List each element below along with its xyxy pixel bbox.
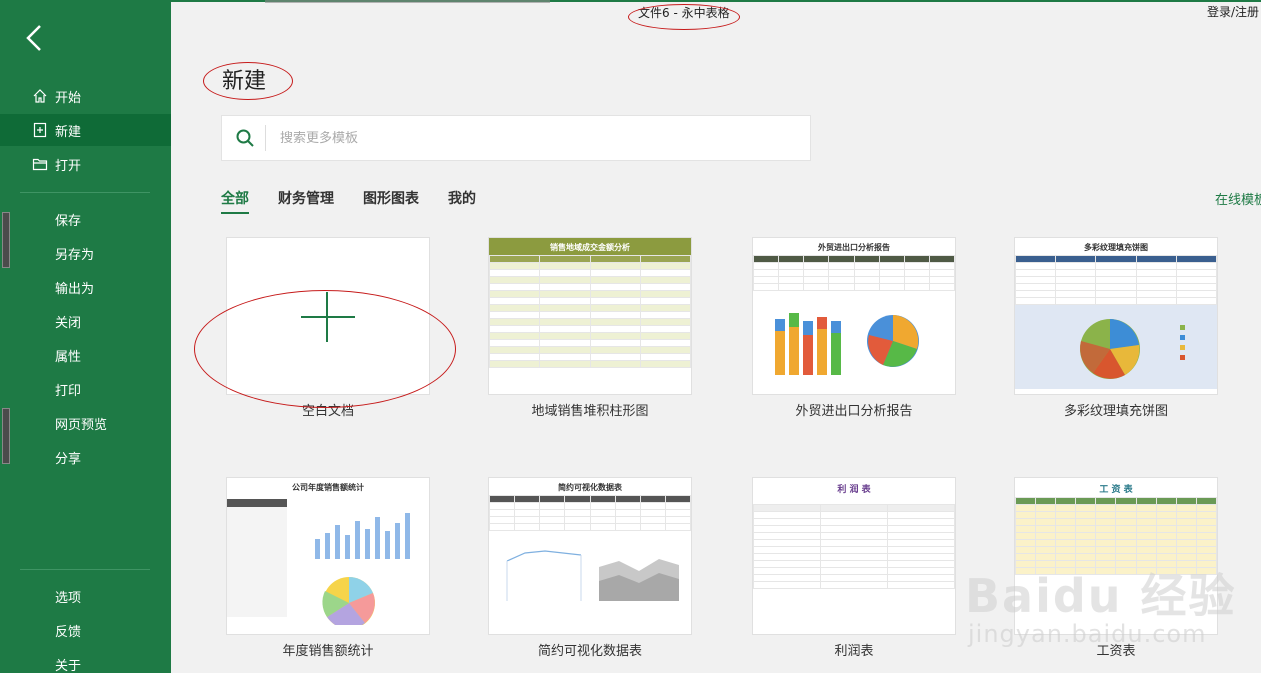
tab-charts[interactable]: 图形图表 bbox=[363, 188, 419, 214]
sidebar-item-save[interactable]: 保存 bbox=[55, 210, 81, 229]
template-label: 年度销售额统计 bbox=[282, 644, 374, 659]
tab-finance[interactable]: 财务管理 bbox=[278, 188, 334, 214]
sidebar-item-options[interactable]: 选项 bbox=[55, 587, 81, 606]
thumb-table bbox=[1015, 255, 1217, 305]
template-card-blank[interactable] bbox=[226, 237, 430, 395]
template-card-annual-sales[interactable]: 公司年度销售额统计 bbox=[226, 477, 430, 635]
sidebar-item-properties[interactable]: 属性 bbox=[55, 346, 81, 365]
template-card-simple-visual[interactable]: 简约可视化数据表 bbox=[488, 477, 692, 635]
sidebar-item-label: 新建 bbox=[55, 124, 82, 140]
tab-mine[interactable]: 我的 bbox=[448, 188, 476, 214]
template-label: 简约可视化数据表 bbox=[537, 644, 642, 659]
annotation-circle-heading bbox=[203, 62, 293, 100]
tab-all[interactable]: 全部 bbox=[221, 188, 249, 214]
template-label: 空白文档 bbox=[301, 404, 354, 419]
login-link[interactable]: 登录/注册 bbox=[1207, 3, 1259, 20]
sidebar-item-start[interactable]: 开始 bbox=[0, 80, 171, 112]
new-doc-icon bbox=[30, 120, 50, 140]
thumb-table bbox=[753, 497, 955, 589]
sidebar-item-new[interactable]: 新建 bbox=[0, 114, 171, 146]
sidebar: 开始 新建 打开 保存 另存为 输出为 关闭 属性 打印 网页预览 分享 选项 … bbox=[0, 0, 171, 673]
template-card-payroll[interactable]: 工 资 表 bbox=[1014, 477, 1218, 635]
thumb-table bbox=[1015, 497, 1217, 575]
thumb-table bbox=[489, 495, 691, 531]
thumb-chart bbox=[1015, 305, 1217, 389]
thumb-title: 利 润 表 bbox=[837, 485, 871, 495]
template-card-colorful-pie[interactable]: 多彩纹理填充饼图 bbox=[1014, 237, 1218, 395]
sidebar-item-save-as[interactable]: 另存为 bbox=[55, 244, 94, 263]
thumb-charts bbox=[506, 550, 679, 601]
sidebar-divider bbox=[20, 569, 150, 570]
thumb-charts bbox=[227, 499, 410, 629]
thumb-charts bbox=[775, 313, 919, 375]
sidebar-item-share[interactable]: 分享 bbox=[55, 448, 81, 467]
thumb-title: 销售地域成交金额分析 bbox=[489, 238, 691, 255]
sidebar-item-label: 打开 bbox=[55, 158, 82, 174]
template-label: 外贸进出口分析报告 bbox=[795, 404, 913, 419]
template-label: 工资表 bbox=[1096, 644, 1136, 659]
sidebar-item-web-preview[interactable]: 网页预览 bbox=[55, 414, 107, 433]
thumb-title: 外贸进出口分析报告 bbox=[818, 243, 890, 252]
home-icon bbox=[30, 86, 50, 106]
sidebar-item-about[interactable]: 关于 bbox=[55, 655, 81, 673]
search-input[interactable] bbox=[280, 130, 780, 146]
sidebar-item-print[interactable]: 打印 bbox=[55, 380, 81, 399]
thumb-title: 简约可视化数据表 bbox=[558, 483, 622, 492]
sidebar-item-export[interactable]: 输出为 bbox=[55, 278, 94, 297]
template-label: 地域销售堆积柱形图 bbox=[531, 404, 649, 419]
search-icon[interactable] bbox=[234, 127, 256, 149]
template-card-trade-report[interactable]: 外贸进出口分析报告 bbox=[752, 237, 956, 395]
template-label: 多彩纹理填充饼图 bbox=[1063, 404, 1168, 419]
thumb-table bbox=[753, 255, 955, 291]
sidebar-item-label: 开始 bbox=[55, 90, 82, 106]
scroll-marker bbox=[2, 408, 10, 464]
thumb-table bbox=[489, 255, 691, 368]
thumb-title: 多彩纹理填充饼图 bbox=[1084, 243, 1148, 252]
search-separator bbox=[265, 125, 266, 151]
thumb-title: 工 资 表 bbox=[1099, 485, 1133, 495]
scroll-marker bbox=[2, 212, 10, 268]
sidebar-item-close[interactable]: 关闭 bbox=[55, 312, 81, 331]
sidebar-item-open[interactable]: 打开 bbox=[0, 148, 171, 180]
template-tabs: 全部 财务管理 图形图表 我的 bbox=[221, 188, 505, 214]
online-templates-link[interactable]: 在线模板 bbox=[1215, 189, 1261, 208]
annotation-circle-title bbox=[628, 4, 740, 30]
thumb-title: 公司年度销售额统计 bbox=[292, 483, 364, 492]
folder-icon bbox=[30, 154, 50, 174]
sidebar-divider bbox=[20, 192, 150, 193]
window-shadow bbox=[265, 0, 550, 3]
template-search bbox=[221, 115, 811, 161]
plus-icon bbox=[301, 292, 355, 342]
sidebar-item-feedback[interactable]: 反馈 bbox=[55, 621, 81, 640]
back-icon[interactable] bbox=[20, 22, 50, 54]
template-label: 利润表 bbox=[834, 644, 874, 659]
template-card-regional-sales[interactable]: 销售地域成交金额分析 bbox=[488, 237, 692, 395]
template-card-profit-statement[interactable]: 利 润 表 bbox=[752, 477, 956, 635]
